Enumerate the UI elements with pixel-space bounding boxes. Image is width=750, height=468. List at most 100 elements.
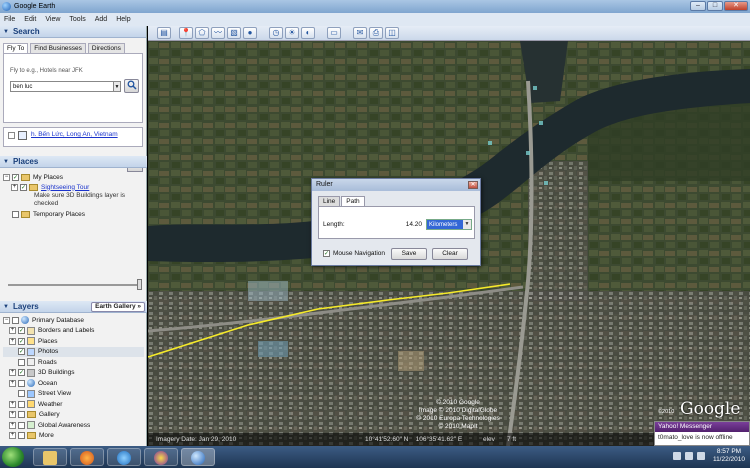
- photos-icon: [27, 347, 35, 356]
- roads-icon: [27, 358, 35, 367]
- menu-add[interactable]: Add: [95, 16, 107, 23]
- messenger-notification[interactable]: Yahoo! Messenger t0mato_love is now offl…: [654, 421, 750, 446]
- menu-view[interactable]: View: [45, 16, 60, 23]
- search-button[interactable]: [124, 79, 139, 93]
- ruler-icon[interactable]: ▭: [327, 27, 341, 39]
- tab-fly-to[interactable]: Fly To: [3, 43, 29, 53]
- layer-item[interactable]: Roads: [3, 357, 144, 368]
- title-bar: Google Earth – □ ✕: [0, 0, 750, 13]
- maximize-button[interactable]: □: [707, 1, 723, 11]
- layer-item[interactable]: + Weather: [3, 399, 144, 410]
- taskbar-firefox[interactable]: [70, 448, 104, 466]
- placemark-icon[interactable]: 📍: [179, 27, 193, 39]
- print-icon[interactable]: ⎙: [369, 27, 383, 39]
- places-heading: Places: [12, 157, 39, 166]
- layer-item[interactable]: + Gallery: [3, 410, 144, 421]
- layer-item[interactable]: Street View: [3, 389, 144, 400]
- maps-icon[interactable]: ◫: [385, 27, 399, 39]
- layer-item[interactable]: + ✓ 3D Buildings: [3, 368, 144, 379]
- history-icon[interactable]: ◷: [269, 27, 283, 39]
- length-label: Length:: [323, 221, 345, 228]
- clock[interactable]: 8:57 PM 11/22/2010: [713, 448, 745, 464]
- flag-icon[interactable]: [697, 452, 705, 460]
- taskbar-yahoo[interactable]: [144, 448, 178, 466]
- ruler-panel: Length: 14.20 Kilometers ▼: [318, 206, 475, 239]
- taskbar-explorer[interactable]: [33, 448, 67, 466]
- email-icon[interactable]: ✉: [353, 27, 367, 39]
- tour-note: Make sure 3D Buildings layer is checked: [34, 192, 126, 207]
- search-results: h. Bến Lức, Long An, Vietnam: [3, 127, 143, 147]
- taskbar-ie[interactable]: [107, 448, 141, 466]
- tab-find-businesses[interactable]: Find Businesses: [30, 43, 86, 53]
- layers-header[interactable]: ▼ Layers Earth Gallery »: [0, 301, 147, 313]
- elevation-label: elev: [483, 436, 495, 443]
- tab-path[interactable]: Path: [341, 196, 365, 206]
- planet-icon[interactable]: ◐: [301, 27, 315, 39]
- tree-item-sightseeing-tour[interactable]: + ✓ Sightseeing Tour: [3, 182, 144, 192]
- save-button[interactable]: Save: [391, 248, 427, 260]
- checkbox[interactable]: ✓: [12, 173, 19, 181]
- minimize-button[interactable]: –: [690, 1, 706, 11]
- google-earth-icon: [2, 2, 11, 11]
- polygon-icon[interactable]: ⬠: [195, 27, 209, 39]
- menu-edit[interactable]: Edit: [24, 16, 36, 23]
- sidebar-toggle-icon[interactable]: ▤: [157, 27, 171, 39]
- borders-icon: [27, 326, 35, 335]
- folder-icon: [27, 411, 36, 419]
- ruler-close-button[interactable]: ✕: [468, 181, 478, 189]
- menu-file[interactable]: File: [4, 16, 15, 23]
- expander-icon[interactable]: +: [11, 183, 18, 191]
- layer-item[interactable]: + ✓ Places: [3, 336, 144, 347]
- mouse-navigation-checkbox[interactable]: ✓: [323, 250, 330, 257]
- globe-icon: [21, 316, 29, 325]
- tree-item-temporary-places[interactable]: Temporary Places: [3, 209, 144, 219]
- mouse-navigation-option[interactable]: ✓ Mouse Navigation: [323, 250, 385, 257]
- path-icon[interactable]: 〰: [211, 27, 225, 39]
- layer-item[interactable]: ✓ Photos: [3, 346, 144, 357]
- sun-icon[interactable]: ☀: [285, 27, 299, 39]
- start-button[interactable]: [2, 447, 24, 467]
- layer-item[interactable]: + More: [3, 431, 144, 442]
- result-checkbox[interactable]: [8, 132, 15, 139]
- result-link[interactable]: h. Bến Lức, Long An, Vietnam: [31, 131, 118, 138]
- tab-directions[interactable]: Directions: [87, 43, 125, 53]
- ruler-dialog: Ruler ✕ Line Path Length: 14.20 Kilomete…: [311, 178, 481, 266]
- chevron-down-icon: ▼: [463, 220, 471, 229]
- tab-line[interactable]: Line: [318, 196, 341, 206]
- layer-item[interactable]: + Ocean: [3, 378, 144, 389]
- checkbox[interactable]: [12, 210, 19, 218]
- layer-item[interactable]: + ✓ Borders and Labels: [3, 326, 144, 337]
- layer-item[interactable]: + Global Awareness: [3, 420, 144, 431]
- close-button[interactable]: ✕: [724, 1, 748, 11]
- logo-year: ©2010: [658, 409, 675, 415]
- unit-select[interactable]: Kilometers ▼: [426, 219, 472, 230]
- fly-to-hint: Fly to e.g., Hotels near JFK: [10, 68, 83, 74]
- opacity-slider[interactable]: [8, 279, 142, 290]
- sightseeing-tour-link[interactable]: Sightseeing Tour: [41, 184, 89, 191]
- menu-bar: File Edit View Tools Add Help: [0, 13, 750, 26]
- overlay-icon[interactable]: ▧: [227, 27, 241, 39]
- tour-icon[interactable]: ●: [243, 27, 257, 39]
- menu-tools[interactable]: Tools: [69, 16, 85, 23]
- tree-item-my-places[interactable]: − ✓ My Places: [3, 172, 144, 182]
- expander-icon[interactable]: −: [3, 173, 10, 181]
- checkbox[interactable]: ✓: [20, 183, 27, 191]
- network-icon[interactable]: [673, 452, 681, 460]
- search-header[interactable]: ▼ Search: [0, 26, 146, 38]
- taskbar-google-earth[interactable]: [181, 448, 215, 466]
- clear-button[interactable]: Clear: [432, 248, 468, 260]
- my-places-label: My Places: [33, 173, 63, 181]
- earth-gallery-button[interactable]: Earth Gallery »: [91, 302, 145, 312]
- chevron-down-icon[interactable]: ▼: [113, 81, 121, 92]
- buildings-icon: [27, 368, 35, 377]
- ocean-icon: [27, 379, 35, 388]
- places-header[interactable]: ▼ Places: [0, 156, 147, 168]
- menu-help[interactable]: Help: [116, 16, 130, 23]
- volume-icon[interactable]: [685, 452, 693, 460]
- layer-item[interactable]: − Primary Database: [3, 315, 144, 326]
- taskbar: 8:57 PM 11/22/2010: [0, 446, 750, 468]
- fly-to-input[interactable]: ben luc: [10, 81, 114, 92]
- slider-knob[interactable]: [137, 279, 142, 290]
- street-view-icon: [27, 389, 35, 398]
- imagery-date: Imagery Date: Jan 29, 2010: [156, 436, 237, 443]
